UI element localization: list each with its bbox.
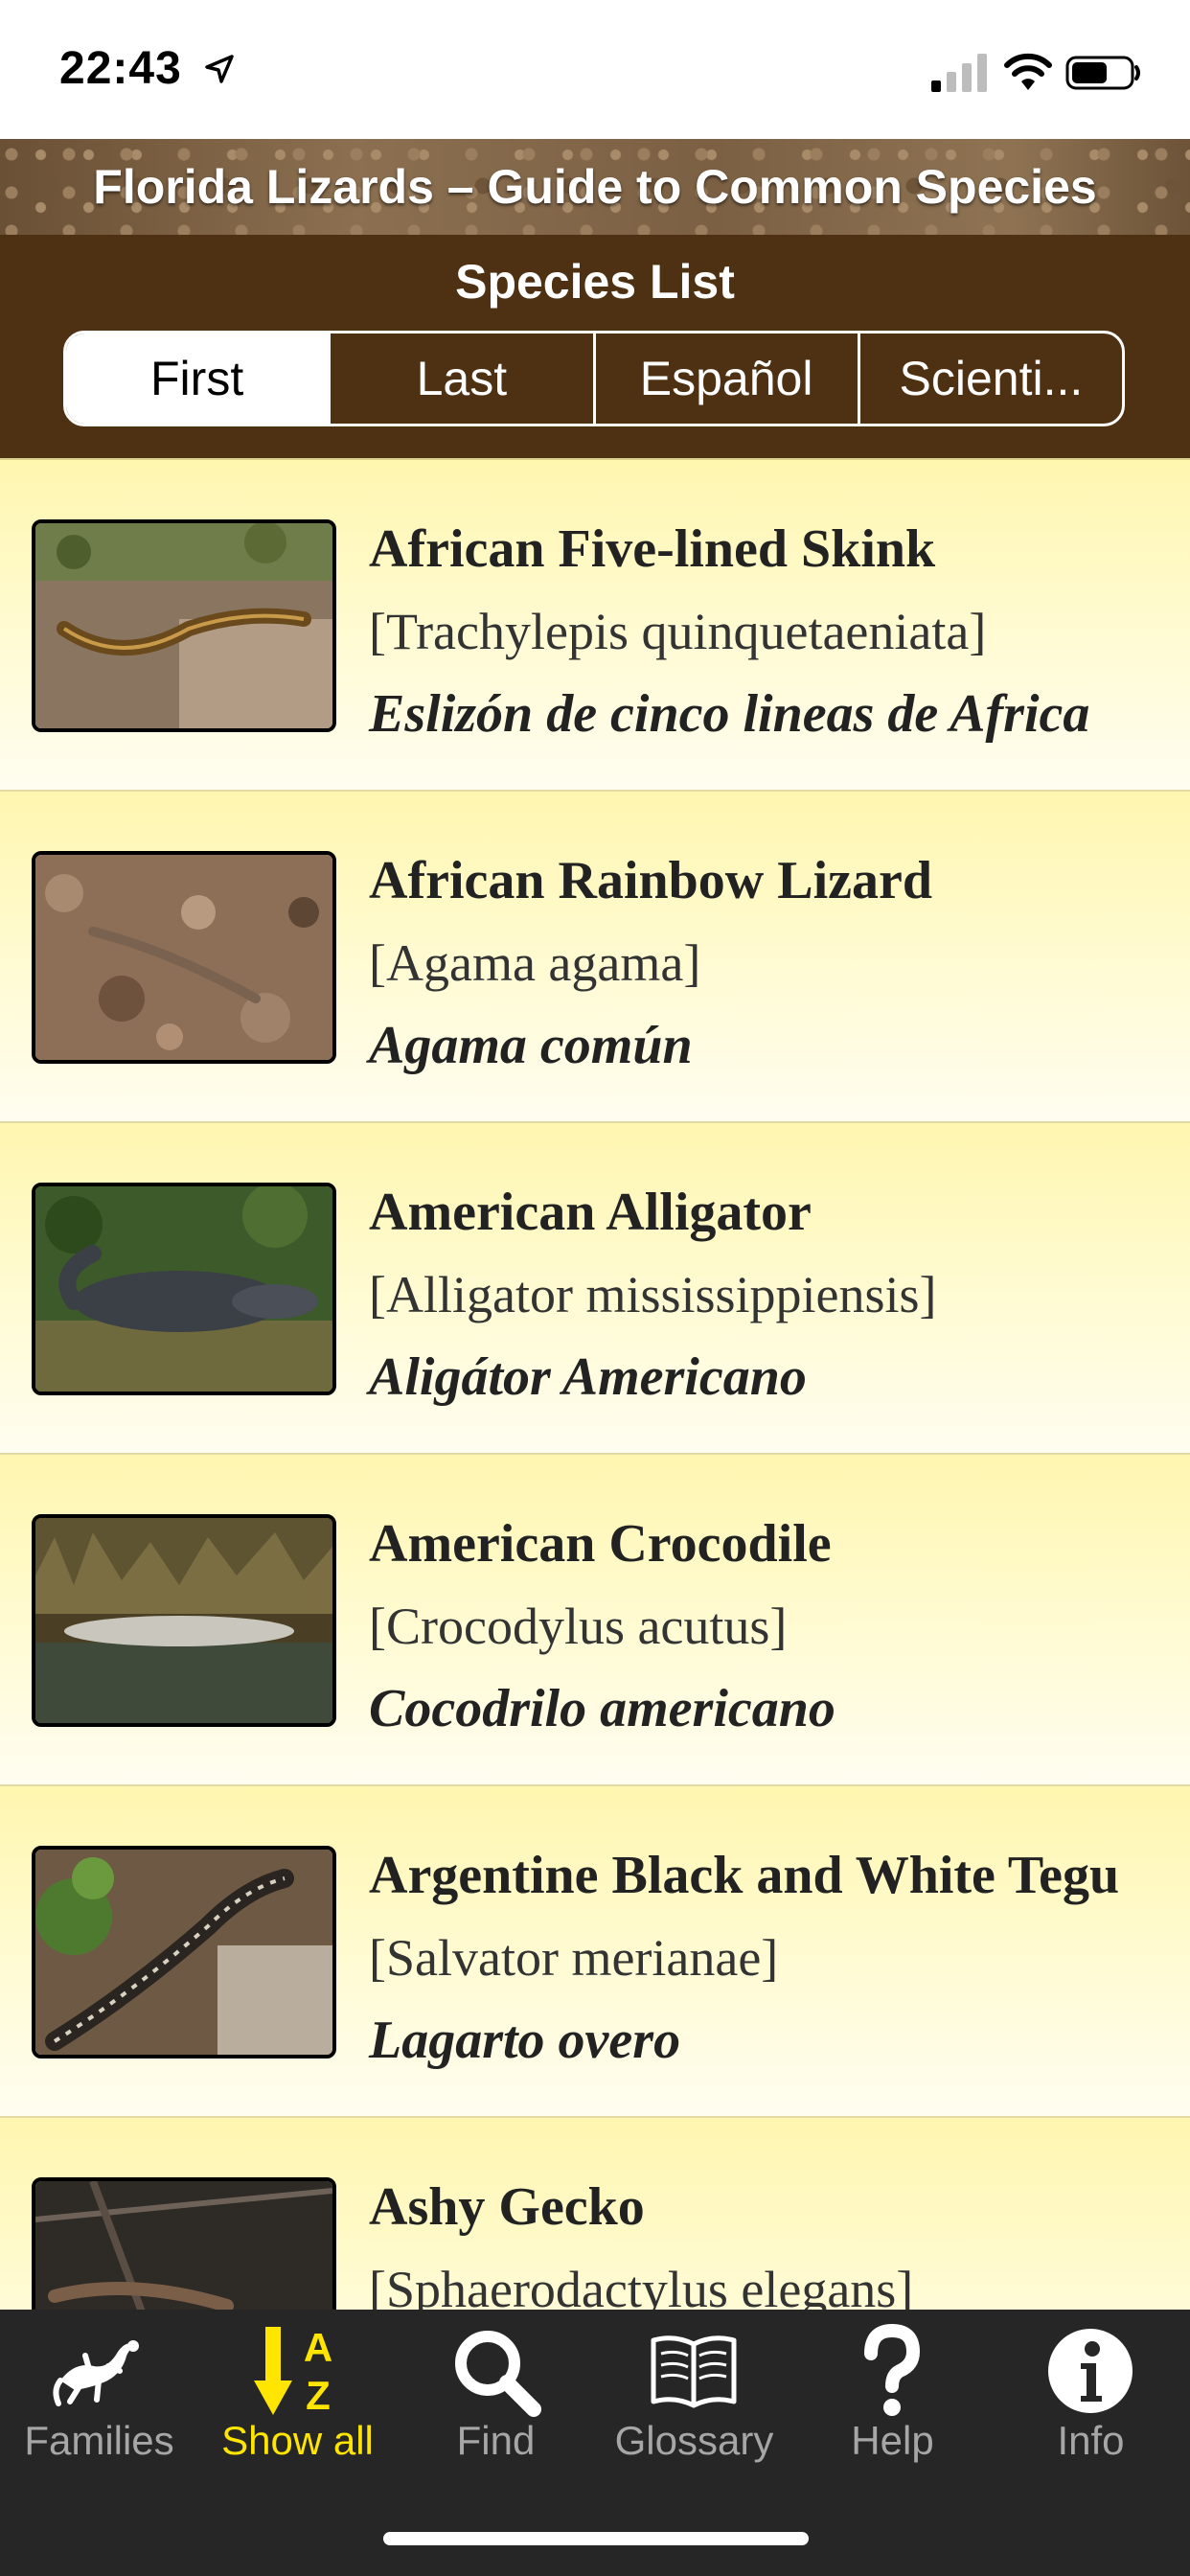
app-title-banner: Florida Lizards – Guide to Common Specie… — [0, 139, 1190, 235]
tab-info[interactable]: Info — [992, 2310, 1190, 2501]
list-item[interactable]: African Rainbow Lizard [Agama agama] Aga… — [0, 792, 1190, 1123]
home-indicator[interactable] — [383, 2532, 809, 2545]
tab-label: Glossary — [614, 2418, 774, 2463]
scientific-name: [Salvator merianae] — [369, 1929, 779, 1987]
species-thumbnail — [32, 851, 336, 1064]
status-bar: 22:43 — [0, 0, 1190, 139]
species-thumbnail — [32, 1846, 336, 2058]
spanish-name: Agama común — [369, 1016, 693, 1075]
segment-last[interactable]: Last — [328, 334, 592, 424]
sort-segmented-control: First Last Español Scienti... — [63, 331, 1125, 426]
tab-label: Help — [851, 2418, 934, 2463]
segment-scientific[interactable]: Scienti... — [857, 334, 1122, 424]
gecko-icon — [53, 2340, 139, 2406]
spanish-name: Cocodrilo americano — [369, 1679, 835, 1738]
segment-espanol[interactable]: Español — [592, 334, 858, 424]
scientific-name: [Crocodylus acutus] — [369, 1598, 788, 1655]
page-title: Species List — [455, 255, 735, 309]
list-header: Species List First Last Español Scienti.… — [0, 235, 1190, 458]
tab-label: Families — [24, 2418, 174, 2463]
spanish-name: Aligátor Americano — [369, 1347, 807, 1407]
tab-glossary[interactable]: Glossary — [595, 2310, 793, 2501]
tab-label: Find — [456, 2418, 536, 2463]
species-list[interactable]: African Five-lined Skink [Trachylepis qu… — [0, 458, 1190, 2312]
list-item[interactable]: American Crocodile [Crocodylus acutus] C… — [0, 1455, 1190, 1786]
list-item[interactable]: Ashy Gecko [Sphaerodactylus elegans] — [0, 2118, 1190, 2312]
list-item[interactable]: Argentine Black and White Tegu [Salvator… — [0, 1786, 1190, 2118]
tab-help[interactable]: Help — [793, 2310, 992, 2501]
tab-show-all[interactable]: A Z Show all — [198, 2310, 397, 2501]
list-item[interactable]: African Five-lined Skink [Trachylepis qu… — [0, 460, 1190, 792]
species-thumbnail — [32, 2177, 336, 2312]
species-thumbnail — [32, 1514, 336, 1727]
info-icon — [1048, 2329, 1133, 2413]
scientific-name: [Alligator mississippiensis] — [369, 1266, 937, 1323]
tab-find[interactable]: Find — [397, 2310, 595, 2501]
status-time: 22:43 — [59, 43, 182, 94]
common-name: Ashy Gecko — [369, 2177, 645, 2237]
question-mark-icon — [864, 2323, 921, 2416]
tab-label: Info — [1057, 2418, 1125, 2463]
common-name: African Five-lined Skink — [369, 519, 936, 579]
common-name: Argentine Black and White Tegu — [369, 1846, 1120, 1905]
svg-text:Z: Z — [306, 2373, 331, 2418]
scientific-name: [Trachylepis quinquetaeniata] — [369, 603, 987, 660]
species-thumbnail — [32, 1183, 336, 1395]
common-name: American Crocodile — [369, 1514, 832, 1574]
sort-az-icon: A Z — [254, 2325, 332, 2418]
cellular-signal-icon — [931, 54, 987, 92]
spanish-name: Eslizón de cinco lineas de Africa — [369, 684, 1090, 744]
svg-text:A: A — [304, 2325, 332, 2370]
scientific-name: [Sphaerodactylus elegans] — [369, 2261, 914, 2312]
app-title: Florida Lizards – Guide to Common Specie… — [93, 160, 1097, 214]
book-icon — [651, 2335, 737, 2408]
scientific-name: [Agama agama] — [369, 934, 701, 992]
location-arrow-icon — [205, 55, 234, 83]
tab-families[interactable]: Families — [0, 2310, 198, 2501]
species-thumbnail — [32, 519, 336, 732]
spanish-name: Lagarto overo — [369, 2011, 681, 2070]
list-item[interactable]: American Alligator [Alligator mississipp… — [0, 1123, 1190, 1455]
common-name: American Alligator — [369, 1183, 812, 1242]
wifi-icon — [1004, 53, 1052, 90]
segment-first[interactable]: First — [66, 334, 329, 424]
magnifier-icon — [455, 2331, 541, 2417]
common-name: African Rainbow Lizard — [369, 851, 932, 910]
battery-icon — [1065, 56, 1140, 90]
tab-label: Show all — [221, 2418, 374, 2463]
